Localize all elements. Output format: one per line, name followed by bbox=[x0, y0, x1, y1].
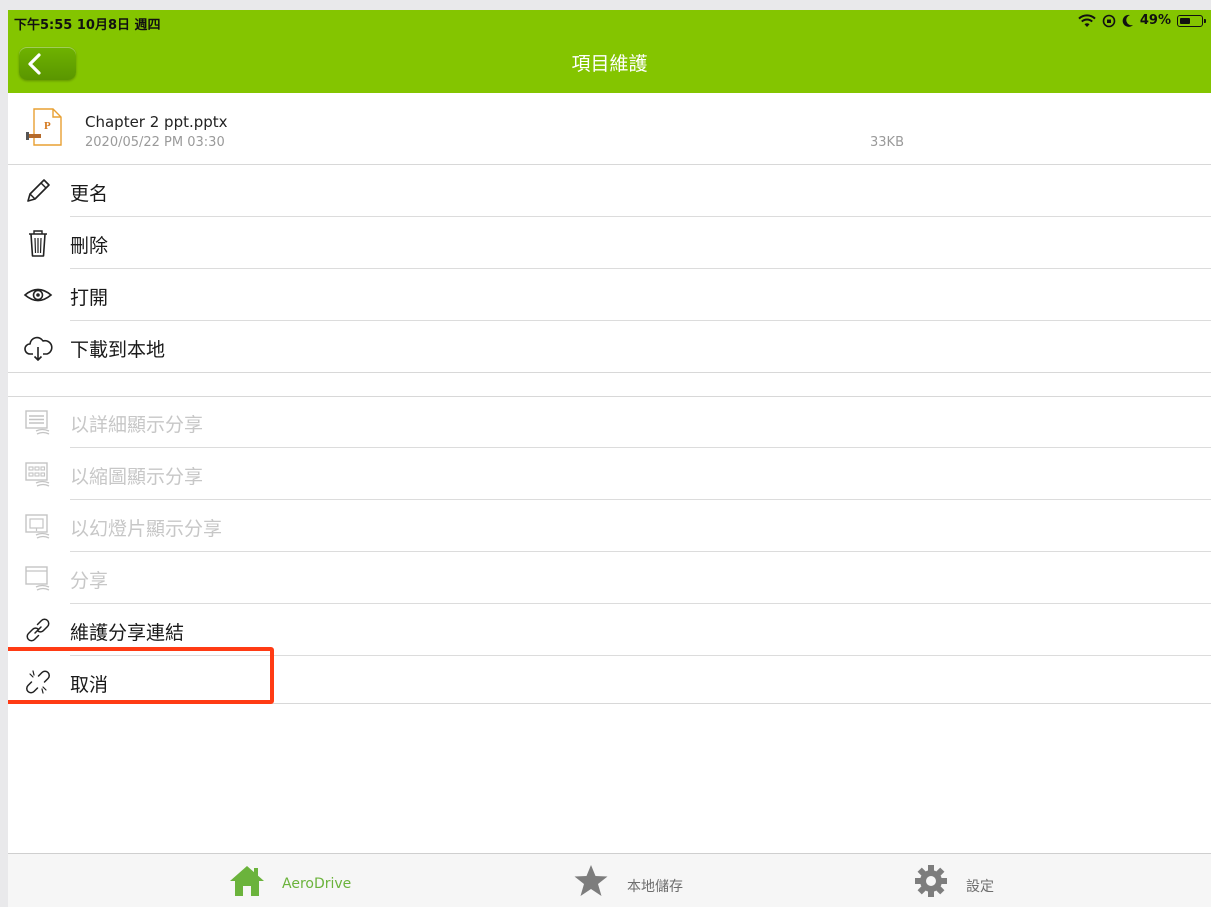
app-screen: 下午5:55 10月8日 週四 49% 項目維護 P Chapter 2 ppt… bbox=[8, 10, 1211, 907]
wifi-icon bbox=[1078, 13, 1096, 27]
menu-item-share-thumbnail[interactable]: 以縮圖顯示分享 bbox=[8, 448, 1211, 500]
menu-item-share[interactable]: 分享 bbox=[8, 552, 1211, 604]
menu-label-rename: 更名 bbox=[70, 183, 109, 205]
moon-icon bbox=[1122, 14, 1133, 27]
pptx-file-icon: P bbox=[26, 108, 62, 146]
tab-label-local-storage: 本地儲存 bbox=[627, 879, 683, 895]
tab-local-storage[interactable]: 本地儲存 bbox=[572, 854, 712, 907]
file-icon-letter: P bbox=[44, 120, 51, 132]
share-thumbnail-icon bbox=[25, 462, 50, 487]
menu-item-download[interactable]: 下載到本地 bbox=[8, 321, 1211, 373]
file-date: 2020/05/22 PM 03:30 bbox=[85, 135, 225, 150]
battery-icon bbox=[1177, 14, 1206, 27]
menu-label-share-thumbnail: 以縮圖顯示分享 bbox=[70, 466, 204, 488]
tab-label-settings: 設定 bbox=[966, 879, 994, 895]
pencil-icon bbox=[27, 179, 50, 202]
gear-icon bbox=[915, 865, 947, 897]
menu-label-delete: 刪除 bbox=[70, 235, 109, 257]
navigation-bar: 下午5:55 10月8日 週四 49% 項目維護 bbox=[8, 10, 1211, 93]
menu-label-open: 打開 bbox=[70, 287, 109, 309]
battery-percentage: 49% bbox=[1139, 13, 1171, 28]
tab-bar: AeroDrive 本地儲存 設定 bbox=[8, 853, 1211, 907]
star-icon bbox=[574, 865, 608, 896]
file-name: Chapter 2 ppt.pptx bbox=[85, 113, 228, 131]
menu-label-share: 分享 bbox=[70, 570, 109, 592]
menu-item-open[interactable]: 打開 bbox=[8, 269, 1211, 321]
eye-icon bbox=[23, 288, 53, 302]
status-indicators: 49% bbox=[1078, 13, 1206, 28]
section-divider bbox=[8, 372, 1211, 373]
trash-icon bbox=[29, 230, 47, 257]
file-info-row: P Chapter 2 ppt.pptx 2020/05/22 PM 03:30… bbox=[8, 93, 1211, 165]
tab-settings[interactable]: 設定 bbox=[913, 854, 1023, 907]
home-icon bbox=[230, 866, 264, 896]
menu-item-share-detail[interactable]: 以詳細顯示分享 bbox=[8, 396, 1211, 448]
link-icon bbox=[26, 618, 50, 642]
menu-item-delete[interactable]: 刪除 bbox=[8, 217, 1211, 269]
share-icon bbox=[25, 566, 50, 591]
share-slideshow-icon bbox=[25, 514, 50, 539]
menu-label-download: 下載到本地 bbox=[70, 339, 166, 361]
cloud-download-icon bbox=[24, 336, 53, 361]
menu-label-share-detail: 以詳細顯示分享 bbox=[70, 414, 204, 436]
orientation-lock-icon bbox=[1102, 14, 1116, 27]
status-bar: 下午5:55 10月8日 週四 49% bbox=[8, 10, 1211, 34]
menu-label-manage-share-link: 維護分享連結 bbox=[70, 622, 185, 644]
menu-label-share-slideshow: 以幻燈片顯示分享 bbox=[70, 518, 223, 540]
menu-item-rename[interactable]: 更名 bbox=[8, 165, 1211, 217]
menu-item-share-slideshow[interactable]: 以幻燈片顯示分享 bbox=[8, 500, 1211, 552]
status-time-date: 下午5:55 10月8日 週四 bbox=[14, 18, 161, 33]
file-size: 33KB bbox=[870, 135, 904, 150]
share-detail-icon bbox=[25, 410, 50, 435]
page-title: 項目維護 bbox=[571, 53, 648, 75]
tab-label-aerodrive: AeroDrive bbox=[282, 876, 352, 892]
tab-aerodrive[interactable]: AeroDrive bbox=[228, 854, 368, 907]
annotation-highlight-box bbox=[8, 647, 274, 704]
